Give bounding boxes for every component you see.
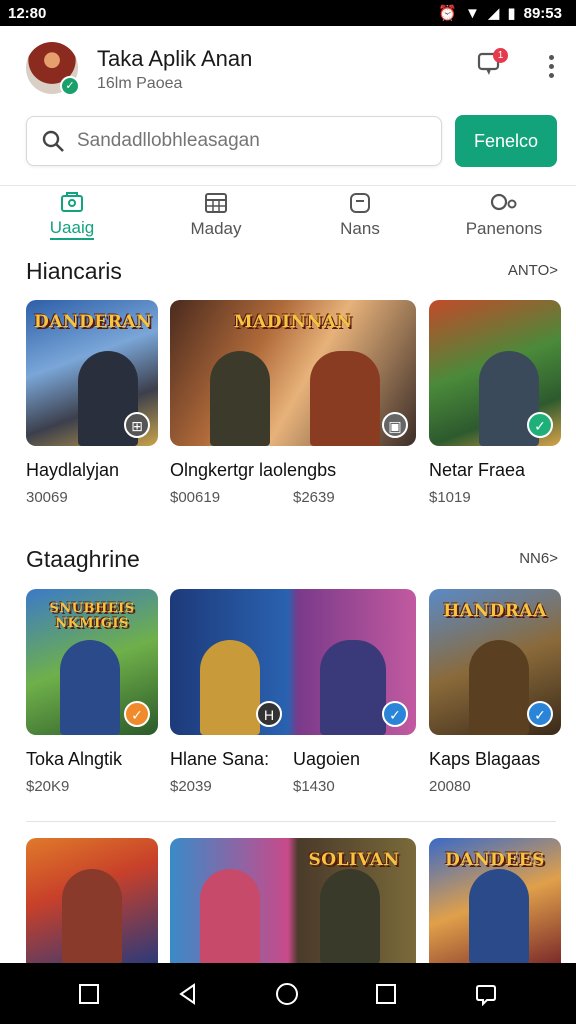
avatar[interactable]: ✓ [26,42,80,96]
more-options-button[interactable] [541,52,561,82]
game-card[interactable]: H ✓ Hlane Sana: Uagoien $2039 $1430 [170,589,416,795]
search-input[interactable] [77,130,417,152]
tab-profile-label: Panenons [465,218,543,238]
game-art: ✓ [429,300,561,446]
game-price: $2039 [170,778,212,795]
store-icon [61,191,83,212]
calendar-icon [205,192,227,213]
see-more-link[interactable]: NN6> [519,550,558,567]
search-bar[interactable] [26,116,442,166]
game-art: SOLIVAN [170,838,416,964]
game-art-title: SNUBHEIS NKMIGIS [49,601,135,631]
square-icon[interactable] [78,983,100,1005]
check-icon: ✓ [527,701,553,727]
status-icons: ⏰ ▼ ◢ ▮ 89:53 [438,4,562,23]
game-name: Haydlalyjan [26,460,120,480]
check-icon: ✓ [124,701,150,727]
page-subtitle: 16lm Paoea [97,75,183,92]
signal-icon: ◢ [487,5,500,22]
game-art: SNUBHEIS NKMIGIS ✓ [26,589,158,735]
game-name: Hlane Sana: [170,749,270,769]
tab-bar: Uaaig Maday Nans Panenons [0,186,576,244]
game-art-title: DANDEES [445,850,545,870]
game-price: $00619 [170,489,221,506]
game-art-title: SOLIVAN [308,850,400,870]
alarm-icon: ⏰ [438,5,457,22]
game-art: DANDERAN ⊞ [26,300,158,446]
tab-calendar-label: Maday [190,218,242,238]
search-icon [42,130,64,152]
recents-icon[interactable] [375,983,397,1005]
game-art [26,838,158,964]
game-card[interactable] [26,838,158,964]
wifi-icon: ▼ [464,4,480,22]
game-name: Netar Fraea [429,460,526,480]
game-art-title: MADINNAN [233,312,353,332]
game-card[interactable]: HANDRAA ✓ Kaps Blagaas 20080 [429,589,561,795]
notification-badge: 1 [493,48,508,63]
page-title: Taka Aplik Anan [97,46,253,71]
app-badge-icon: ▣ [382,412,408,438]
divider [26,821,556,822]
game-art: MADINNAN ▣ [170,300,416,446]
status-time: 12:80 [8,4,47,22]
game-art: DANDEES [429,838,561,964]
game-card[interactable]: MADINNAN ▣ Olngkertgr laolengbs $00619 $… [170,300,416,506]
game-card[interactable]: SOLIVAN [170,838,416,964]
game-price-alt: $2639 [293,489,335,506]
game-card[interactable]: SNUBHEIS NKMIGIS ✓ Toka Alngtik $20K9 [26,589,158,795]
tag-icon [350,192,370,213]
tab-tags-label: Nans [340,218,380,238]
game-card[interactable]: DANDEES [429,838,561,964]
back-icon[interactable] [177,982,199,1005]
game-art-title: DANDERAN [34,312,153,332]
see-more-link[interactable]: ANTO> [508,262,558,279]
game-price: 20080 [429,778,471,795]
app-badge-icon: H [256,701,282,727]
game-card[interactable]: DANDERAN ⊞ Haydlalyjan 30069 [26,300,158,506]
status-bar: 12:80 ⏰ ▼ ◢ ▮ 89:53 [0,0,576,26]
game-name: Olngkertgr laolengbs [170,460,337,480]
game-price: $1019 [429,489,471,506]
tab-store[interactable]: Uaaig [0,186,144,244]
game-art-title: HANDRAA [443,601,547,621]
game-name: Kaps Blagaas [429,749,541,769]
assistant-icon[interactable] [474,982,498,1006]
battery-icon: ▮ [507,5,516,22]
tab-tags[interactable]: Nans [288,186,432,244]
game-name-alt: Uagoien [293,749,361,769]
search-button[interactable]: Fenelco [455,115,557,167]
game-price-row: $00619 $2639 [170,489,416,506]
status-clock: 89:53 [523,4,562,22]
app-badge-icon: ⊞ [124,412,150,438]
game-art: H ✓ [170,589,416,735]
game-name: Toka Alngtik [26,749,123,769]
profile-icon [490,193,517,210]
check-icon: ✓ [527,412,553,438]
section-title: Gtaaghrine [26,546,140,572]
notification-button[interactable]: 1 [476,48,508,80]
game-price: $20K9 [26,778,70,795]
game-price-alt: $1430 [293,778,335,795]
game-art: HANDRAA ✓ [429,589,561,735]
tab-calendar[interactable]: Maday [144,186,288,244]
game-name-row: Hlane Sana: Uagoien [170,749,416,770]
home-icon[interactable] [275,982,299,1006]
system-nav-bar [0,963,576,1024]
game-price-row: $2039 $1430 [170,778,416,795]
check-icon: ✓ [382,701,408,727]
tab-profile[interactable]: Panenons [432,186,576,244]
verified-icon: ✓ [60,76,80,96]
app-header: ✓ Taka Aplik Anan 16lm Paoea 1 Fenelco [0,26,576,186]
section-title: Hiancaris [26,258,122,284]
game-price: 30069 [26,489,68,506]
game-card[interactable]: ✓ Netar Fraea $1019 [429,300,561,506]
tab-store-label: Uaaig [49,218,95,240]
